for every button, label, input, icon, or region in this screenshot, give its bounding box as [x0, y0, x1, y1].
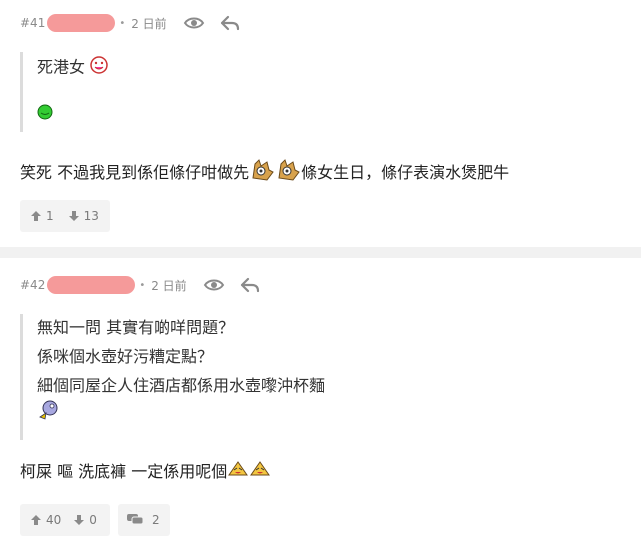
dog-emoji-icon [249, 158, 275, 188]
redacted-username[interactable] [47, 276, 136, 294]
green-ball-icon [37, 104, 53, 124]
separator-dot: • [139, 279, 146, 291]
reply-arrow-icon[interactable] [239, 276, 261, 294]
thumb-down-arrow-icon[interactable] [68, 210, 80, 222]
smiley-face-icon [90, 56, 108, 80]
vote-buttons: 1 13 [20, 200, 110, 232]
body-text-end: 條女生日，條仔表演水煲肥牛 [301, 163, 510, 182]
post-number[interactable]: #41 [20, 16, 45, 30]
upvote-count: 1 [46, 209, 54, 223]
body-text: 柯屎 嘔 洗底褲 一定係用呢個 [20, 462, 228, 481]
post-body: 笑死 不過我見到係佢條仔咁做先 條女生日，條仔表演水煲肥牛 [20, 158, 509, 188]
post-time: 2 日前 [151, 278, 187, 293]
downvote-count: 0 [89, 513, 97, 527]
quote-text: 死港女 [37, 57, 86, 77]
bird-emoji-icon [37, 399, 325, 425]
post-42: #42 • 2 日前 無知一問 其實有啲咩問題？ 係咪個水壺好污糟定點？ 細個同… [0, 258, 641, 551]
thumb-up-arrow-icon[interactable] [30, 514, 42, 526]
eye-icon[interactable] [203, 276, 225, 294]
dog-emoji-icon [275, 158, 301, 188]
redacted-username[interactable] [47, 14, 116, 32]
post-meta: #42 • 2 日前 [20, 275, 275, 295]
post-number[interactable]: #42 [20, 278, 45, 292]
reply-arrow-icon[interactable] [219, 14, 241, 32]
reply-count: 2 [152, 513, 160, 527]
post-meta: #41 • 2 日前 [20, 13, 255, 33]
downvote-count: 13 [83, 209, 99, 223]
quote-line: 細個同屋企人住酒店都係用水壺嚟沖杯麵 [37, 376, 326, 395]
thumb-down-arrow-icon[interactable] [73, 514, 85, 526]
laughing-emoji-icon [227, 460, 249, 484]
comment-bubble-icon [126, 513, 144, 528]
quote-block: 無知一問 其實有啲咩問題？ 係咪個水壺好污糟定點？ 細個同屋企人住酒店都係用水壺… [20, 314, 325, 440]
post-41: #41 • 2 日前 死港女 笑死 不過我見到係佢條仔咁做先 條女生日，條仔表演… [0, 0, 641, 247]
separator-dot: • [119, 17, 126, 29]
laughing-emoji-icon [249, 460, 271, 484]
quote-line: 無知一問 其實有啲咩問題？ [37, 318, 235, 337]
post-time: 2 日前 [131, 16, 167, 31]
vote-buttons: 40 0 [20, 504, 110, 536]
body-text-start: 笑死 不過我見到係佢條仔咁做先 [20, 163, 250, 182]
upvote-count: 40 [46, 513, 62, 527]
reply-count-button[interactable]: 2 [118, 504, 170, 536]
eye-icon[interactable] [183, 14, 205, 32]
post-divider [0, 247, 641, 258]
quote-block: 死港女 [20, 52, 108, 132]
post-body: 柯屎 嘔 洗底褲 一定係用呢個 [20, 460, 271, 484]
quote-line: 係咪個水壺好污糟定點？ [37, 347, 214, 366]
thumb-up-arrow-icon[interactable] [30, 210, 42, 222]
quote-line: 死港女 [37, 52, 108, 80]
